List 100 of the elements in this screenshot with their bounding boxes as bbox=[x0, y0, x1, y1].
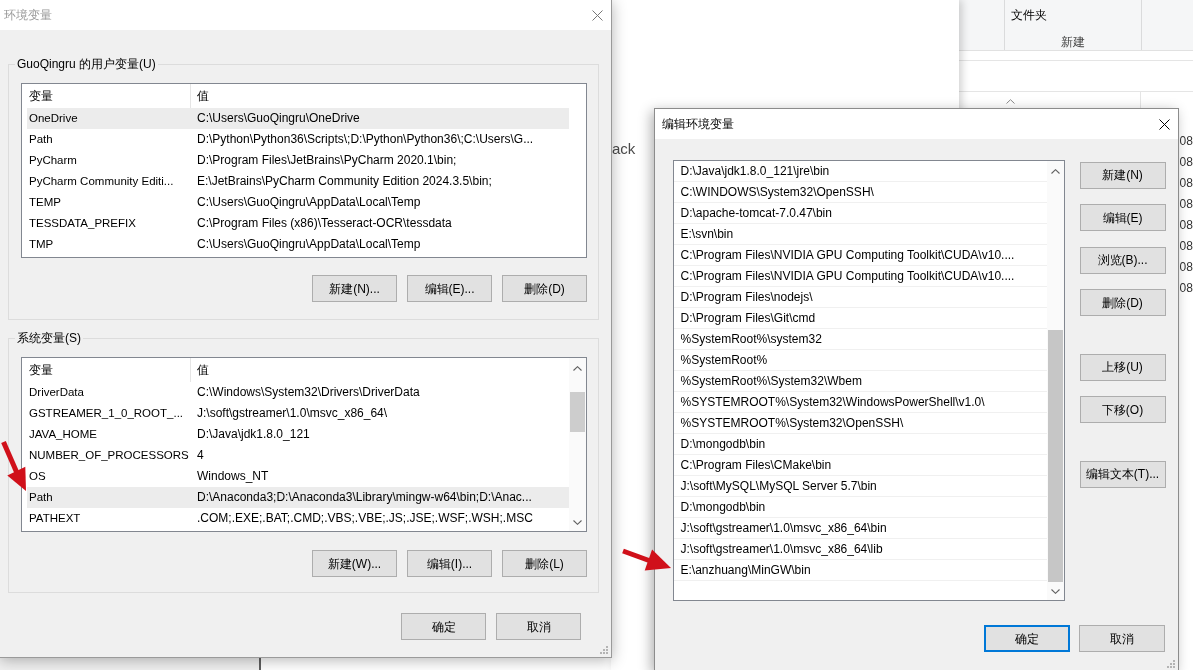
list-row[interactable]: DriverData C:\Windows\System32\Drivers\DriverData bbox=[27, 382, 569, 403]
path-entry[interactable]: C:\Program Files\NVIDIA GPU Computing Toolkit\CUDA\v10.... bbox=[673, 266, 1047, 287]
dialog-button[interactable]: 上移(U) bbox=[1079, 353, 1166, 381]
path-entry[interactable]: C:\WINDOWS\System32\OpenSSH\ bbox=[673, 182, 1047, 203]
variable-name: Path bbox=[28, 132, 54, 147]
dialog-button[interactable]: 取消 bbox=[1079, 625, 1165, 652]
variable-name: OneDrive bbox=[28, 111, 79, 126]
column-header[interactable]: 值 bbox=[191, 84, 209, 108]
path-entry[interactable]: D:\Java\jdk1.8.0_121\jre\bin bbox=[673, 161, 1047, 182]
resize-grip-icon[interactable] bbox=[1167, 660, 1175, 668]
path-entry[interactable]: D:\apache-tomcat-7.0.47\bin bbox=[673, 203, 1047, 224]
path-entry[interactable]: J:\soft\MySQL\MySQL Server 5.7\bin bbox=[673, 476, 1047, 497]
dialog-button[interactable]: 编辑文本(T)... bbox=[1079, 460, 1166, 488]
list-row[interactable]: Path D:\Python\Python36\Scripts\;D:\Python\Python36\;C:\Users\G... bbox=[27, 129, 569, 150]
list-row[interactable]: TEMP C:\Users\GuoQingru\AppData\Local\Temp bbox=[27, 192, 569, 213]
variable-name: OS bbox=[28, 469, 47, 484]
chevron-up-icon[interactable] bbox=[1050, 169, 1060, 174]
chevron-down-icon[interactable] bbox=[573, 520, 582, 525]
list-text: 08 bbox=[1179, 153, 1193, 171]
list-row[interactable]: TMP C:\Users\GuoQingru\AppData\Local\Temp bbox=[27, 234, 569, 255]
arrow-icon bbox=[0, 439, 26, 493]
dialog-button[interactable]: 删除(D) bbox=[502, 275, 587, 302]
list-row[interactable]: PATHEXT .COM;.EXE;.BAT;.CMD;.VBS;.VBE;.JS;.JSE;.WSF;.WSH;.MSC bbox=[27, 508, 569, 529]
dialog-button[interactable]: 删除(D) bbox=[1079, 289, 1166, 316]
dialog-button[interactable]: 新建(N) bbox=[1079, 161, 1166, 189]
close-icon[interactable] bbox=[1158, 118, 1170, 130]
path-entry[interactable]: D:\mongodb\bin bbox=[673, 497, 1047, 518]
chevron-down-icon[interactable] bbox=[1050, 588, 1060, 594]
list-row[interactable]: NUMBER_OF_PROCESSORS 4 bbox=[27, 445, 569, 466]
list-text: 08 bbox=[1179, 258, 1193, 276]
variable-value: C:\Users\GuoQingru\AppData\Local\Temp bbox=[196, 195, 421, 210]
list-row[interactable]: OneDrive C:\Users\GuoQingru\OneDrive bbox=[27, 108, 569, 129]
group-label: GuoQingru 的用户变量(U) bbox=[16, 56, 157, 72]
list-text: 08 bbox=[1179, 279, 1193, 297]
variable-value: D:\Python\Python36\Scripts\;D:\Python\Python36\;C:\Users\G... bbox=[196, 132, 534, 147]
list-row[interactable]: PyCharm D:\Program Files\JetBrains\PyCharm 2020.1\bin; bbox=[27, 150, 569, 171]
variable-name: DriverData bbox=[28, 385, 85, 400]
path-entry[interactable]: %SystemRoot% bbox=[673, 350, 1047, 371]
dialog-button[interactable]: 编辑(E) bbox=[1079, 204, 1166, 231]
variable-name: PyCharm Community Editi... bbox=[28, 174, 175, 189]
dialog-button[interactable]: 编辑(E)... bbox=[407, 275, 492, 302]
variable-value: J:\soft\gstreamer\1.0\msvc_x86_64\ bbox=[196, 406, 388, 421]
variable-value: C:\Users\GuoQingru\OneDrive bbox=[196, 111, 360, 126]
path-entry[interactable]: C:\Program Files\NVIDIA GPU Computing Toolkit\CUDA\v10.... bbox=[673, 245, 1047, 266]
dialog-button[interactable]: 确定 bbox=[401, 613, 486, 640]
scrollbar[interactable] bbox=[569, 358, 586, 531]
resize-grip-icon[interactable] bbox=[600, 646, 608, 654]
variable-value: .COM;.EXE;.BAT;.CMD;.VBS;.VBE;.JS;.JSE;.WSF;.WSH;.MSC bbox=[196, 511, 533, 526]
dialog-button[interactable]: 取消 bbox=[496, 613, 581, 640]
variable-name: JAVA_HOME bbox=[28, 427, 98, 442]
column-header[interactable]: 值 bbox=[191, 358, 209, 382]
path-entry[interactable]: J:\soft\gstreamer\1.0\msvc_x86_64\bin bbox=[673, 518, 1047, 539]
list-row[interactable]: OS Windows_NT bbox=[27, 466, 569, 487]
path-entry[interactable]: D:\Program Files\Git\cmd bbox=[673, 308, 1047, 329]
variable-name: PATHEXT bbox=[28, 511, 82, 526]
window-title: 编辑环境变量 bbox=[662, 116, 734, 132]
path-entry[interactable]: D:\Program Files\nodejs\ bbox=[673, 287, 1047, 308]
scrollbar-thumb[interactable] bbox=[570, 392, 585, 432]
path-entry[interactable]: %SYSTEMROOT%\System32\OpenSSH\ bbox=[673, 413, 1047, 434]
path-entry[interactable]: %SYSTEMROOT%\System32\WindowsPowerShell\v1.0\ bbox=[673, 392, 1047, 413]
variable-value: C:\Users\GuoQingru\AppData\Local\Temp bbox=[196, 237, 421, 252]
scrollbar-thumb[interactable] bbox=[1047, 330, 1063, 582]
variable-name: PyCharm bbox=[28, 153, 78, 168]
dialog-button[interactable]: 新建(N)... bbox=[312, 275, 397, 302]
window-title: 环境变量 bbox=[4, 7, 52, 23]
variable-name: TMP bbox=[28, 237, 55, 252]
variable-value: 4 bbox=[196, 448, 204, 463]
list-row[interactable]: GSTREAMER_1_0_ROOT_... J:\soft\gstreamer\1.0\msvc_x86_64\ bbox=[27, 403, 569, 424]
ribbon-group-label: 新建 bbox=[1061, 34, 1085, 50]
sort-caret-icon[interactable] bbox=[1005, 99, 1015, 104]
dialog-button[interactable]: 确定 bbox=[983, 625, 1070, 652]
path-entry[interactable]: %SystemRoot%\system32 bbox=[673, 329, 1047, 350]
variable-value: D:\Java\jdk1.8.0_121 bbox=[196, 427, 310, 442]
list-text: 08 bbox=[1179, 132, 1193, 150]
path-entry[interactable]: J:\soft\gstreamer\1.0\msvc_x86_64\lib bbox=[673, 539, 1047, 560]
chevron-up-icon[interactable] bbox=[573, 366, 582, 371]
dialog-button[interactable]: 浏览(B)... bbox=[1079, 246, 1166, 274]
variable-name: TEMP bbox=[28, 195, 62, 210]
window-text: ack bbox=[612, 140, 636, 158]
scrollbar[interactable] bbox=[1046, 161, 1064, 600]
path-entry[interactable]: E:\anzhuang\MinGW\bin bbox=[673, 560, 1047, 581]
variable-name: GSTREAMER_1_0_ROOT_... bbox=[28, 406, 185, 421]
path-entry[interactable]: %SystemRoot%\System32\Wbem bbox=[673, 371, 1047, 392]
variable-name: Path bbox=[28, 490, 54, 505]
list-row[interactable]: Path D:\Anaconda3;D:\Anaconda3\Library\mingw-w64\bin;D:\Anac... bbox=[27, 487, 569, 508]
list-row[interactable]: JAVA_HOME D:\Java\jdk1.8.0_121 bbox=[27, 424, 569, 445]
variable-value: C:\Program Files (x86)\Tesseract-OCR\tessdata bbox=[196, 216, 452, 231]
list-row[interactable]: PyCharm Community Editi... E:\JetBrains\PyCharm Community Edition 2024.3.5\bin; bbox=[27, 171, 569, 192]
path-entry[interactable]: C:\Program Files\CMake\bin bbox=[673, 455, 1047, 476]
path-entry[interactable]: D:\mongodb\bin bbox=[673, 434, 1047, 455]
path-entry[interactable]: E:\svn\bin bbox=[673, 224, 1047, 245]
list-row[interactable]: TESSDATA_PREFIX C:\Program Files (x86)\Tesseract-OCR\tessdata bbox=[27, 213, 569, 234]
ribbon-button[interactable]: 文件夹 bbox=[1011, 7, 1047, 23]
list-text: 08 bbox=[1179, 195, 1193, 213]
column-header[interactable]: 变量 bbox=[27, 358, 191, 382]
dialog-button[interactable]: 删除(L) bbox=[502, 550, 587, 577]
dialog-button[interactable]: 下移(O) bbox=[1079, 396, 1166, 423]
list-text: 08 bbox=[1179, 237, 1193, 255]
dialog-button[interactable]: 新建(W)... bbox=[312, 550, 397, 577]
dialog-button[interactable]: 编辑(I)... bbox=[407, 550, 492, 577]
